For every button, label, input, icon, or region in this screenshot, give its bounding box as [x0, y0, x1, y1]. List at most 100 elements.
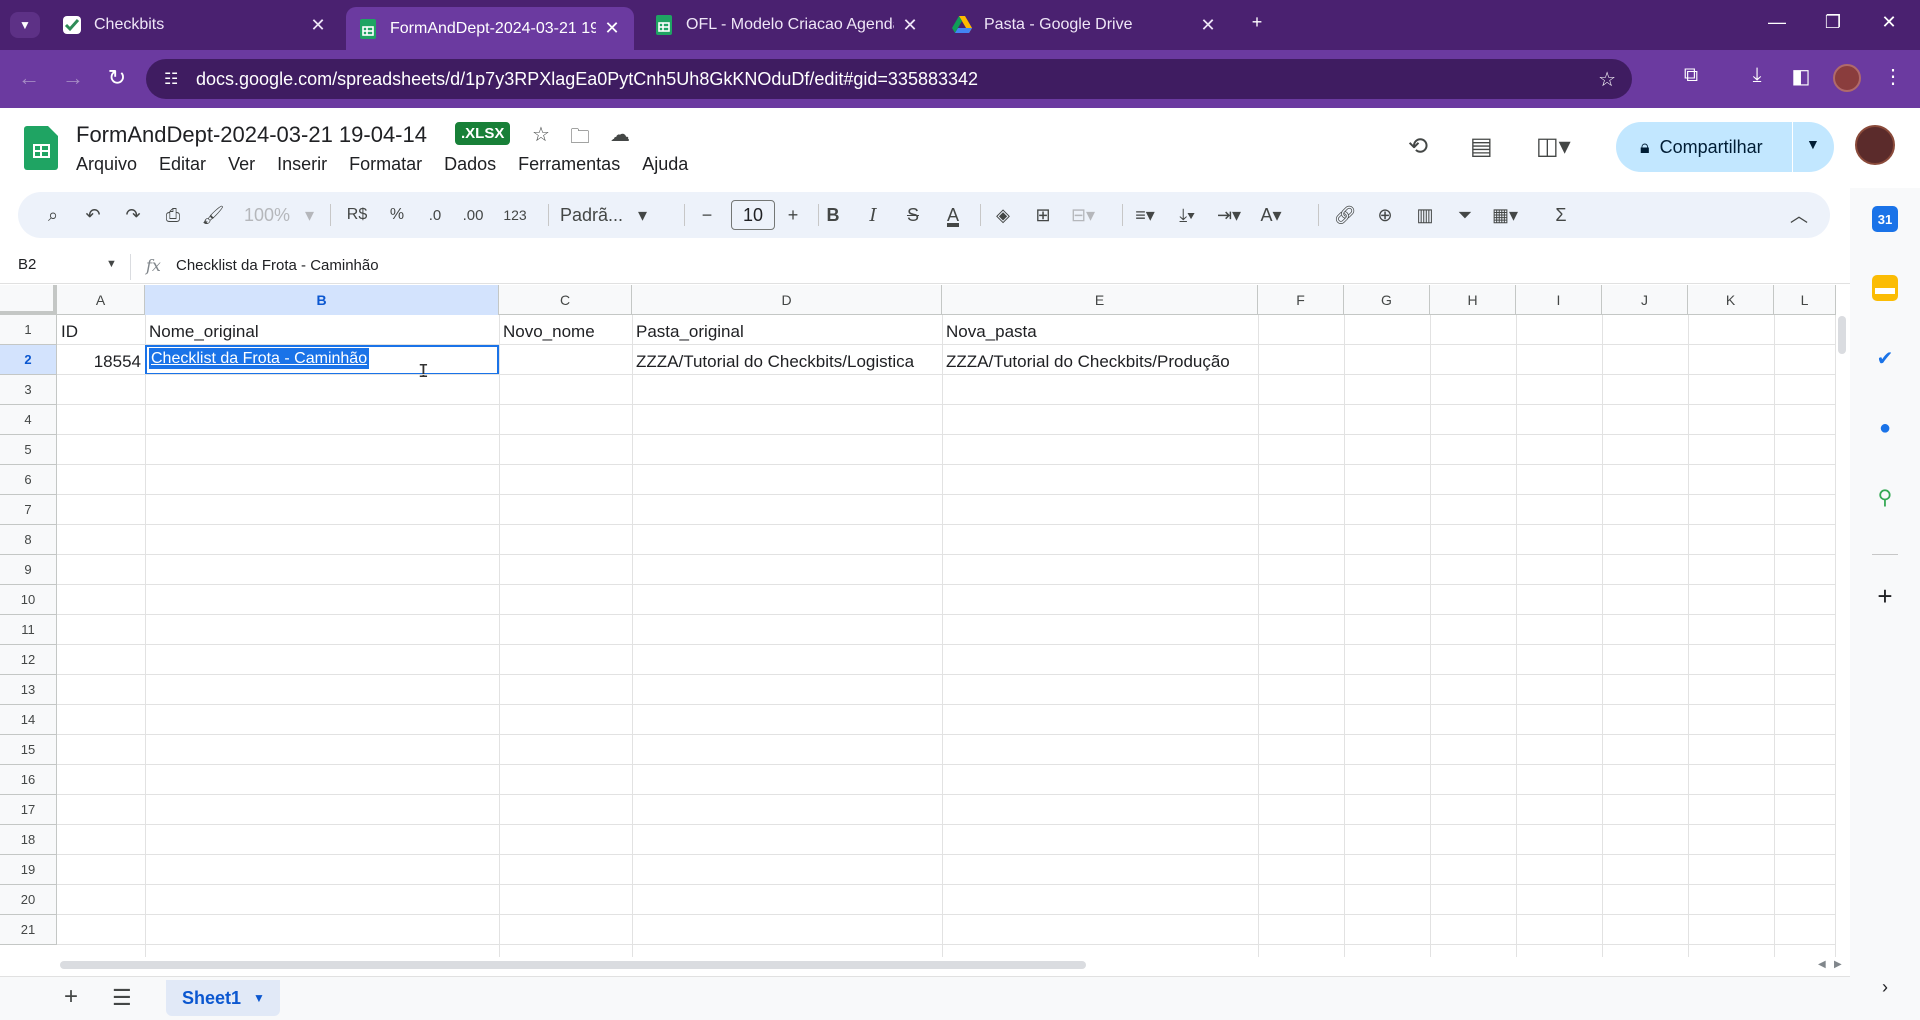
- print-icon[interactable]: ⎙: [160, 202, 186, 228]
- filter-views-icon[interactable]: ▦▾: [1492, 202, 1518, 228]
- column-header-i[interactable]: I: [1516, 285, 1602, 315]
- sheet-tab-caret-icon[interactable]: ▼: [253, 991, 265, 1005]
- column-header-j[interactable]: J: [1602, 285, 1688, 315]
- spreadsheet-grid[interactable]: A B C D E F G H I J K L ID Nome_original…: [0, 285, 1836, 957]
- more-formats-button[interactable]: 123: [502, 202, 528, 228]
- version-history-icon[interactable]: ⟲: [1408, 132, 1428, 161]
- insert-link-icon[interactable]: 🔗︎: [1332, 202, 1358, 228]
- font-family-select[interactable]: Padrã... ▾: [560, 202, 647, 228]
- google-maps-icon[interactable]: ⚲: [1872, 484, 1898, 510]
- insert-comment-icon[interactable]: ⊕: [1372, 202, 1398, 228]
- comments-icon[interactable]: ▤: [1470, 132, 1493, 161]
- functions-button[interactable]: Σ: [1548, 202, 1574, 228]
- vertical-align-icon[interactable]: ⤓▾: [1174, 202, 1200, 228]
- column-header-b[interactable]: B: [145, 285, 499, 315]
- document-title[interactable]: FormAndDept-2024-03-21 19-04-14: [76, 122, 427, 148]
- browser-tab-ofl[interactable]: OFL - Modelo Criacao Agendam ✕: [642, 7, 932, 43]
- account-avatar[interactable]: [1855, 125, 1895, 165]
- row-header-19[interactable]: 19: [0, 855, 57, 885]
- column-header-h[interactable]: H: [1430, 285, 1516, 315]
- google-contacts-icon[interactable]: ●: [1872, 415, 1898, 441]
- site-info-icon[interactable]: ☷: [164, 69, 178, 89]
- sheet-tab-sheet1[interactable]: Sheet1 ▼: [166, 980, 280, 1016]
- row-header-14[interactable]: 14: [0, 705, 57, 735]
- forward-arrow-icon[interactable]: →: [58, 65, 88, 91]
- currency-format-button[interactable]: R$: [344, 202, 370, 228]
- vertical-scrollbar-thumb[interactable]: [1838, 316, 1846, 354]
- row-header-15[interactable]: 15: [0, 735, 57, 765]
- column-header-a[interactable]: A: [57, 285, 145, 315]
- insert-chart-icon[interactable]: ▥: [1412, 202, 1438, 228]
- column-header-k[interactable]: K: [1688, 285, 1774, 315]
- italic-button[interactable]: I: [860, 202, 886, 228]
- column-header-e[interactable]: E: [942, 285, 1258, 315]
- browser-tab-formanddept[interactable]: FormAndDept-2024-03-21 19-0 ✕: [346, 7, 634, 50]
- row-header-17[interactable]: 17: [0, 795, 57, 825]
- cell-a1[interactable]: ID: [57, 315, 145, 345]
- row-header-11[interactable]: 11: [0, 615, 57, 645]
- close-tab-icon[interactable]: ✕: [308, 15, 328, 36]
- row-header-8[interactable]: 8: [0, 525, 57, 555]
- menu-ver[interactable]: Ver: [228, 154, 255, 175]
- font-size-input[interactable]: 10: [731, 200, 775, 230]
- scroll-right-arrow-icon[interactable]: ▶: [1834, 959, 1842, 970]
- cell-b2-editing-text[interactable]: Checklist da Frota - Caminhão: [149, 348, 370, 369]
- horizontal-scrollbar-thumb[interactable]: [60, 961, 1086, 969]
- close-window-icon[interactable]: ✕: [1874, 12, 1904, 33]
- show-side-panel-chevron-icon[interactable]: ›: [1872, 974, 1898, 1000]
- strikethrough-button[interactable]: S: [900, 202, 926, 228]
- text-color-button[interactable]: A: [940, 202, 966, 228]
- star-icon[interactable]: ☆: [532, 122, 550, 147]
- google-calendar-icon[interactable]: 31: [1872, 206, 1898, 232]
- column-header-c[interactable]: C: [499, 285, 632, 315]
- column-header-f[interactable]: F: [1258, 285, 1344, 315]
- formula-input[interactable]: Checklist da Frota - Caminhão: [176, 257, 379, 274]
- share-dropdown-caret-icon[interactable]: ▼: [1806, 136, 1820, 152]
- paint-format-icon[interactable]: 🖌︎: [200, 202, 226, 228]
- browser-menu-kebab-icon[interactable]: ⋮: [1878, 64, 1908, 89]
- menu-editar[interactable]: Editar: [159, 154, 206, 175]
- restore-window-icon[interactable]: ❐: [1818, 12, 1848, 33]
- all-sheets-list-icon[interactable]: ☰: [112, 985, 132, 1011]
- menu-dados[interactable]: Dados: [444, 154, 496, 175]
- undo-icon[interactable]: ↶: [80, 202, 106, 228]
- browser-tab-drive[interactable]: Pasta - Google Drive ✕: [940, 7, 1230, 43]
- close-tab-icon[interactable]: ✕: [1198, 15, 1218, 36]
- text-rotation-icon[interactable]: A▾: [1258, 202, 1284, 228]
- name-box[interactable]: B2: [18, 256, 36, 273]
- close-tab-icon[interactable]: ✕: [602, 18, 622, 39]
- menu-inserir[interactable]: Inserir: [277, 154, 327, 175]
- row-header-13[interactable]: 13: [0, 675, 57, 705]
- row-header-20[interactable]: 20: [0, 885, 57, 915]
- fill-color-icon[interactable]: ◈: [990, 202, 1016, 228]
- browser-profile-avatar[interactable]: [1833, 64, 1861, 92]
- collapse-menus-chevron-icon[interactable]: ︿: [1786, 202, 1812, 228]
- row-header-3[interactable]: 3: [0, 375, 57, 405]
- increase-font-size-icon[interactable]: +: [780, 202, 806, 228]
- select-all-corner[interactable]: [0, 285, 57, 315]
- extensions-puzzle-icon[interactable]: ⧉: [1676, 64, 1706, 87]
- horizontal-align-icon[interactable]: ≡▾: [1132, 202, 1158, 228]
- bold-button[interactable]: B: [820, 202, 846, 228]
- google-tasks-icon[interactable]: ✔: [1872, 345, 1898, 371]
- row-header-16[interactable]: 16: [0, 765, 57, 795]
- row-header-9[interactable]: 9: [0, 555, 57, 585]
- redo-icon[interactable]: ↷: [120, 202, 146, 228]
- row-header-21[interactable]: 21: [0, 915, 57, 945]
- share-button[interactable]: 🔒︎ Compartilhar ▼: [1616, 122, 1834, 172]
- cloud-saved-icon[interactable]: ☁: [610, 122, 630, 147]
- decrease-font-size-icon[interactable]: −: [694, 202, 720, 228]
- menu-ajuda[interactable]: Ajuda: [642, 154, 688, 175]
- google-sheets-logo-icon[interactable]: [24, 126, 58, 170]
- text-wrapping-icon[interactable]: ⇥▾: [1216, 202, 1242, 228]
- row-header-10[interactable]: 10: [0, 585, 57, 615]
- column-header-d[interactable]: D: [632, 285, 942, 315]
- increase-decimal-button[interactable]: .00: [460, 202, 486, 228]
- cell-b1[interactable]: Nome_original: [145, 315, 499, 345]
- row-header-5[interactable]: 5: [0, 435, 57, 465]
- close-tab-icon[interactable]: ✕: [900, 15, 920, 36]
- back-arrow-icon[interactable]: ←: [14, 65, 44, 91]
- get-addons-plus-icon[interactable]: +: [1872, 581, 1898, 611]
- zoom-select[interactable]: 100% ▾: [244, 202, 314, 228]
- add-sheet-plus-icon[interactable]: +: [64, 983, 78, 1011]
